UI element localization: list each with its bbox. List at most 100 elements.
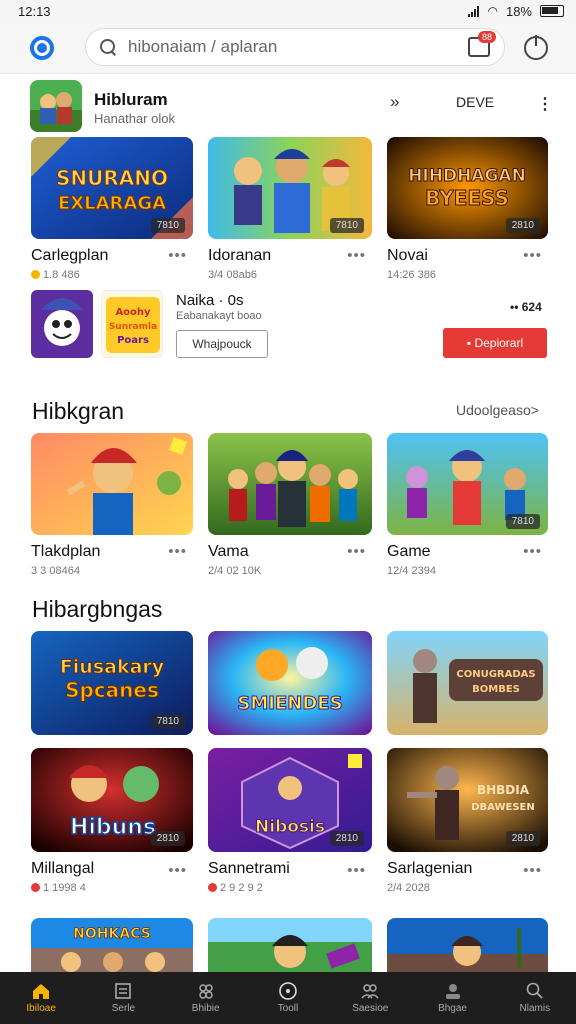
game-meta: 1.8 486 bbox=[31, 269, 193, 281]
art-text: Spcanes bbox=[65, 678, 159, 702]
power-icon[interactable] bbox=[524, 35, 548, 60]
art-text: NOHKACS bbox=[73, 926, 151, 942]
nav-label: Tooll bbox=[277, 1003, 299, 1014]
game-card-art: 7810 bbox=[387, 433, 548, 535]
profile-icon bbox=[445, 984, 460, 999]
status-dot-icon bbox=[31, 883, 40, 892]
promo-game-thumbnail[interactable]: Aoohy Sunramla Poars bbox=[101, 290, 163, 358]
nav-item-search[interactable]: Nlamis bbox=[494, 972, 576, 1024]
notification-badge: 88 bbox=[477, 31, 496, 43]
nav-label: Ibiloae bbox=[26, 1003, 56, 1014]
more-options-icon[interactable]: ••• bbox=[168, 862, 187, 879]
home-icon bbox=[33, 984, 50, 999]
game-card[interactable]: NOHKACS bbox=[31, 918, 193, 978]
more-options-icon[interactable]: ••• bbox=[347, 247, 366, 264]
game-meta: 3/4 08ab6 bbox=[208, 269, 257, 281]
promo-secondary-button[interactable]: Whajpouck bbox=[176, 330, 268, 358]
game-card[interactable]: Vama ••• 2/4 02 10K bbox=[208, 433, 372, 577]
art-text: Aoohy bbox=[115, 307, 151, 318]
game-card[interactable]: BHBDIA DBAWESEN 2810 Sarlagenian ••• 2/4… bbox=[387, 748, 548, 894]
target-icon bbox=[279, 982, 297, 1000]
nav-item-people[interactable]: Saesioe bbox=[329, 972, 411, 1024]
nav-item-games[interactable]: Bhibie bbox=[165, 972, 247, 1024]
game-card[interactable]: 7810 Idoranan ••• 3/4 08ab6 bbox=[208, 137, 372, 281]
game-meta: 2/4 02 10K bbox=[208, 565, 262, 577]
game-card-art: 7810 bbox=[208, 137, 372, 239]
search-input[interactable]: hibonaiam / aplaran bbox=[128, 37, 277, 57]
more-options-icon[interactable]: ••• bbox=[168, 543, 187, 560]
promo-primary-button[interactable]: ▪ Depiorarl bbox=[443, 328, 547, 358]
art-text: HIHDHAGAN bbox=[408, 166, 526, 186]
game-card[interactable]: Fiusakary Spcanes 7810 bbox=[31, 631, 193, 735]
featured-app-thumbnail bbox=[30, 80, 82, 132]
signal-icon bbox=[468, 5, 480, 17]
see-all-link[interactable]: Udoolgeaso> bbox=[456, 402, 539, 418]
more-options-icon[interactable]: ••• bbox=[347, 862, 366, 879]
more-options-icon[interactable]: ••• bbox=[523, 247, 542, 264]
game-card[interactable] bbox=[208, 918, 372, 978]
game-card[interactable]: SNURANO EXLARAGA 7810 Carlegplan ••• 1.8… bbox=[31, 137, 193, 281]
art-text: SNURANO bbox=[56, 166, 168, 190]
game-card-art bbox=[387, 918, 548, 978]
nav-item-library[interactable]: Serle bbox=[82, 972, 164, 1024]
promo-mascot-thumbnail[interactable] bbox=[31, 290, 93, 358]
featured-action-button[interactable]: DEVE bbox=[456, 94, 494, 110]
promo-title: Naika · 0s bbox=[176, 292, 244, 309]
game-card-art: SMIENDES bbox=[208, 631, 372, 735]
inbox-icon[interactable]: 88 bbox=[468, 31, 496, 57]
game-card-art bbox=[31, 433, 193, 535]
more-options-icon[interactable]: ••• bbox=[168, 247, 187, 264]
game-card[interactable]: CONUGRADAS BOMBES bbox=[387, 631, 548, 735]
art-text: EXLARAGA bbox=[58, 193, 166, 214]
more-options-icon[interactable]: ••• bbox=[523, 862, 542, 879]
search-bar[interactable]: hibonaiam / aplaran 88 bbox=[85, 28, 505, 66]
duration-badge: 7810 bbox=[505, 514, 540, 529]
featured-app-row[interactable]: Hibluram Hanathar olok » DEVE ⋮ bbox=[0, 76, 576, 136]
double-chevron-icon[interactable]: » bbox=[390, 92, 399, 112]
nav-item-target[interactable]: Tooll bbox=[247, 972, 329, 1024]
battery-percent: 18% bbox=[505, 3, 532, 19]
nav-label: Saesioe bbox=[352, 1003, 389, 1014]
art-text: Hibuns bbox=[70, 815, 156, 840]
game-card[interactable]: Nibosis 2810 Sannetrami ••• 2 9 2 9 2 bbox=[208, 748, 372, 894]
art-text: Poars bbox=[117, 335, 149, 346]
game-card-art bbox=[208, 918, 372, 978]
promo-subtitle: Eabanakayt boao bbox=[176, 310, 262, 322]
game-card-art: CONUGRADAS BOMBES bbox=[387, 631, 548, 735]
nav-item-profile[interactable]: Bhgae bbox=[411, 972, 493, 1024]
game-card-art: Hibuns 2810 bbox=[31, 748, 193, 852]
game-meta: 2 9 2 9 2 bbox=[208, 882, 372, 894]
game-card-art: Nibosis 2810 bbox=[208, 748, 372, 852]
art-text: CONUGRADAS bbox=[456, 669, 535, 680]
art-text: Sunramla bbox=[109, 322, 157, 332]
game-card-art: HIHDHAGAN BYEESS 2810 bbox=[387, 137, 548, 239]
game-card[interactable] bbox=[387, 918, 548, 978]
promo-count: •• 624 bbox=[510, 300, 542, 314]
status-time: 12:13 bbox=[18, 3, 51, 19]
game-card-art: BHBDIA DBAWESEN 2810 bbox=[387, 748, 548, 852]
app-logo-icon[interactable] bbox=[30, 36, 54, 60]
more-options-icon[interactable]: ••• bbox=[347, 543, 366, 560]
top-bar: hibonaiam / aplaran 88 bbox=[0, 22, 576, 74]
bottom-navigation: Ibiloae Serle Bhibie Tooll Saesioe Bhgae… bbox=[0, 972, 576, 1024]
game-meta: 2/4 2028 bbox=[387, 882, 430, 894]
game-card[interactable]: HIHDHAGAN BYEESS 2810 Novai ••• 14:26 38… bbox=[387, 137, 548, 281]
more-options-icon[interactable]: ••• bbox=[523, 543, 542, 560]
nav-item-home[interactable]: Ibiloae bbox=[0, 972, 82, 1024]
section-title: Hibkgran bbox=[32, 398, 125, 424]
library-icon bbox=[115, 983, 132, 999]
status-bar: 12:13 ◠ 18% bbox=[0, 0, 576, 22]
game-card-art: SNURANO EXLARAGA 7810 bbox=[31, 137, 193, 239]
game-card[interactable]: Tlakdplan ••• 3 3 08464 bbox=[31, 433, 193, 577]
nav-label: Bhgae bbox=[438, 1003, 467, 1014]
game-card[interactable]: SMIENDES bbox=[208, 631, 372, 735]
search-icon bbox=[526, 982, 543, 999]
more-options-icon[interactable]: ⋮ bbox=[537, 94, 553, 114]
game-card[interactable]: 7810 Game ••• 12/4 2394 bbox=[387, 433, 548, 577]
duration-badge: 2810 bbox=[329, 831, 364, 846]
game-card[interactable]: Hibuns 2810 Millangal ••• 1 1998 4 bbox=[31, 748, 193, 894]
status-dot-icon bbox=[208, 883, 217, 892]
art-text: SMIENDES bbox=[237, 693, 342, 714]
art-text: DBAWESEN bbox=[471, 802, 534, 813]
duration-badge: 2810 bbox=[150, 831, 185, 846]
